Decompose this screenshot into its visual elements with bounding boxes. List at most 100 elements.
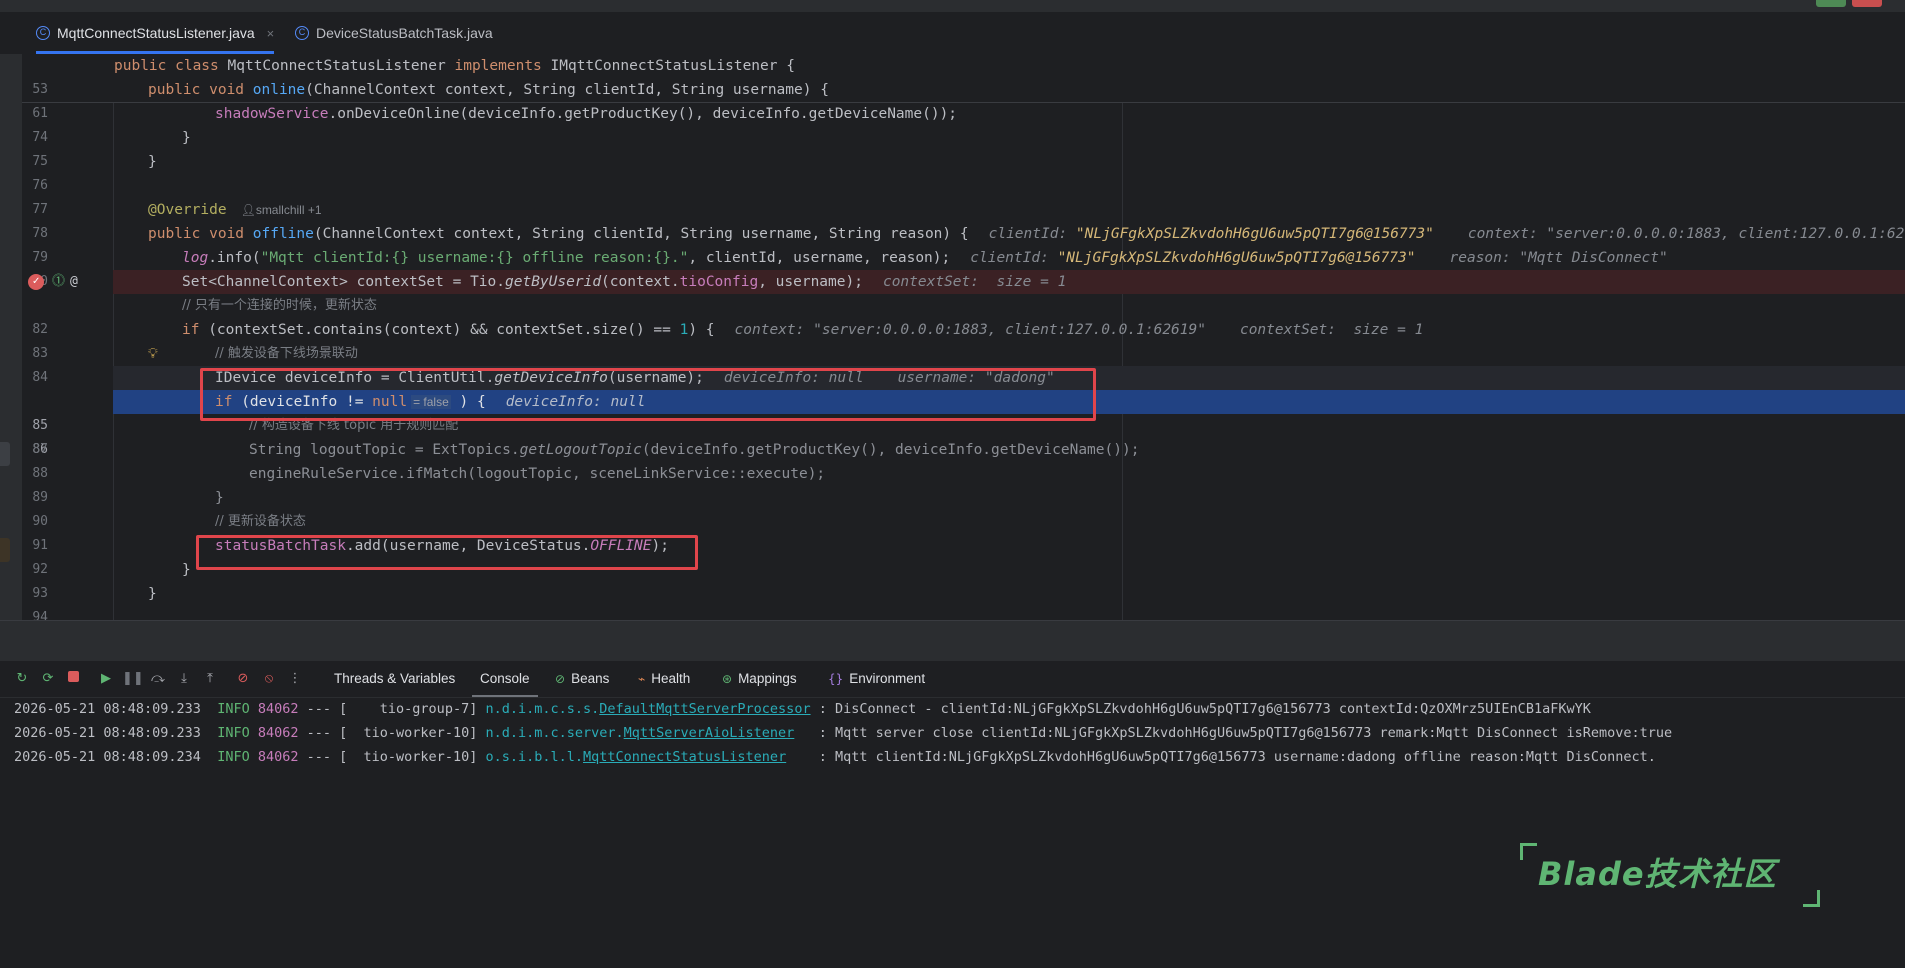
logger-link[interactable]: n.d.i.m.c.server.MqttServerAioListener: [485, 725, 794, 741]
watermark-text: Blade技术社区: [1538, 855, 1777, 893]
code-text: }: [148, 154, 157, 170]
code-line: 75 }: [22, 126, 1905, 169]
tab-label: Environment: [849, 671, 926, 686]
code-line: 74 shadowService.onDeviceOnline(deviceIn…: [22, 102, 1905, 145]
code-line: 90 }: [22, 486, 1905, 529]
author-inlay[interactable]: 👤︎smallchill +1: [241, 203, 322, 217]
inline-value-hint: context: "server:0.0.0.0:1883, client:12…: [734, 322, 1206, 338]
tab-label: Mappings: [738, 671, 797, 686]
debug-toolbar: ↻ ⟳ ▶ ❚❚ ⤼ ⤓ ⤒ ⊘ ⦸ ⋮ Threads & Variables…: [0, 661, 1905, 698]
tab-label: Health: [651, 671, 691, 686]
code-line: 88 String logoutTopic = ExtTopics.getLog…: [22, 438, 1905, 481]
tab-mqtt-connect-status-listener[interactable]: C MqttConnectStatusListener.java ×: [36, 12, 275, 54]
code-text: Set<ChannelContext> contextSet = Tio.get…: [182, 274, 1067, 290]
highlight-box-device-check: [200, 368, 1096, 421]
logger-link[interactable]: n.d.i.m.c.s.s.DefaultMqttServerProcessor: [485, 701, 810, 717]
tab-health[interactable]: ⌁ Health: [638, 661, 690, 697]
code-line: 79 ⓵ @ public void offline(ChannelContex…: [22, 222, 1905, 289]
code-editor[interactable]: 53 public class MqttConnectStatusListene…: [22, 54, 1905, 620]
mute-breakpoints-icon[interactable]: ⦸: [259, 669, 279, 689]
corner-bracket: [1520, 843, 1537, 860]
code-line: 89 engineRuleService.ifMatch(logoutTopic…: [22, 462, 1905, 505]
resume-icon[interactable]: ▶: [96, 669, 116, 689]
editor-tab-bar: C MqttConnectStatusListener.java × C Dev…: [0, 12, 1905, 55]
code-comment: // 触发设备下线场景联动: [215, 346, 358, 361]
code-comment: // 更新设备状态: [215, 514, 306, 529]
code-line: 61 public void online(ChannelContext con…: [22, 78, 1905, 121]
tab-beans[interactable]: ⊘ Beans: [555, 661, 609, 697]
code-line: 84 💡︎ // 触发设备下线场景联动: [22, 342, 1905, 385]
logger-link[interactable]: o.s.i.b.l.l.MqttConnectStatusListener: [485, 749, 786, 765]
code-line: 82 // 只有一个连接的时候，更新状态: [22, 294, 1905, 337]
step-into-icon[interactable]: ⤓: [174, 669, 194, 689]
stop-widget-indicator[interactable]: [1852, 0, 1882, 7]
code-line: 94 }: [22, 582, 1905, 620]
code-text: String logoutTopic = ExtTopics.getLogout…: [249, 442, 1140, 458]
code-line: 91 // 更新设备状态: [22, 510, 1905, 553]
lightbulb-icon[interactable]: 💡︎: [148, 342, 158, 366]
left-tool-strip: [0, 54, 22, 620]
debug-tool-window: ↻ ⟳ ▶ ❚❚ ⤼ ⤓ ⤒ ⊘ ⦸ ⋮ Threads & Variables…: [0, 620, 1905, 968]
tab-threads-variables[interactable]: Threads & Variables: [334, 661, 455, 697]
code-text: public void online(ChannelContext contex…: [148, 82, 829, 98]
health-icon: ⌁: [638, 672, 646, 686]
stop-icon[interactable]: [63, 669, 83, 689]
sticky-lines-header: 53 public class MqttConnectStatusListene…: [22, 54, 1905, 121]
bookmark-marker[interactable]: [0, 538, 10, 562]
java-class-icon: C: [295, 26, 309, 40]
code-line: 76 }: [22, 150, 1905, 193]
inline-value-hint: contextSet: size = 1: [882, 274, 1067, 290]
code-text: }: [215, 490, 224, 506]
tab-label: Beans: [571, 671, 610, 686]
code-text: public void offline(ChannelContext conte…: [148, 222, 1905, 246]
code-text: }: [182, 562, 191, 578]
watermark-logo: Blade技术社区: [1520, 843, 1820, 907]
debug-header-gap: [0, 621, 1905, 661]
pause-icon[interactable]: ❚❚: [122, 669, 144, 689]
beans-icon: ⊘: [555, 672, 566, 686]
inline-value-hint: contextSet: size = 1: [1239, 322, 1424, 338]
tab-environment[interactable]: {} Environment: [828, 661, 925, 697]
rerun-debug-icon[interactable]: ⟳: [38, 669, 58, 689]
code-text: shadowService.onDeviceOnline(deviceInfo.…: [215, 106, 958, 122]
mappings-icon: ⊛: [722, 672, 733, 686]
more-options-icon[interactable]: ⋮: [285, 669, 305, 689]
bookmark-marker[interactable]: [0, 442, 10, 466]
code-line: 77: [22, 174, 1905, 217]
run-widget-indicator[interactable]: [1816, 0, 1846, 7]
log-line: 2026-05-21 08:48:09.233 INFO 84062 --- […: [14, 725, 1673, 741]
code-line: 95: [22, 606, 1905, 620]
tab-label: Console: [480, 671, 530, 686]
log-line: 2026-05-21 08:48:09.234 INFO 84062 --- […: [14, 749, 1656, 765]
corner-bracket: [1803, 890, 1820, 907]
breakpoint-icon[interactable]: ✓: [28, 274, 44, 290]
tab-label: DeviceStatusBatchTask.java: [316, 25, 493, 41]
java-class-icon: C: [36, 26, 50, 40]
code-comment: // 只有一个连接的时候，更新状态: [182, 298, 377, 313]
environment-icon: {}: [828, 672, 844, 686]
inline-value-hint: clientId: "NLjGFgkXpSLZkvdohH6gU6uw5pQTI…: [988, 226, 1434, 242]
tab-console[interactable]: Console: [472, 661, 537, 697]
tab-device-status-batch-task[interactable]: C DeviceStatusBatchTask.java: [295, 12, 493, 54]
code-text: }: [148, 586, 157, 602]
highlight-box-status-update: [196, 535, 698, 570]
log-line: 2026-05-21 08:48:09.233 INFO 84062 --- […: [14, 701, 1591, 717]
view-breakpoints-icon[interactable]: ⊘: [233, 669, 253, 689]
inline-value-hint: context: "server:0.0.0.0:1883, client:12…: [1467, 226, 1905, 242]
code-line: 80 log.info("Mqtt clientId:{} username:{…: [22, 246, 1905, 289]
user-icon: 👤︎: [240, 203, 256, 217]
inline-value-hint: clientId: "NLjGFgkXpSLZkvdohH6gU6uw5pQTI…: [970, 250, 1416, 266]
rerun-icon[interactable]: ↻: [12, 669, 32, 689]
step-out-icon[interactable]: ⤒: [200, 669, 220, 689]
code-line: 53 public class MqttConnectStatusListene…: [22, 54, 1905, 97]
code-line: 78 @Override 👤︎smallchill +1: [22, 198, 1905, 241]
tab-mappings[interactable]: ⊛ Mappings: [722, 661, 797, 697]
step-over-icon[interactable]: ⤼: [148, 669, 168, 689]
window-top-strip: [0, 0, 1905, 12]
tab-label: Threads & Variables: [334, 671, 456, 686]
code-line-breakpoint: ✓ Set<ChannelContext> contextSet = Tio.g…: [22, 270, 1905, 294]
code-text: }: [182, 130, 191, 146]
code-line: 83 if (contextSet.contains(context) && c…: [22, 318, 1905, 361]
code-text: public class MqttConnectStatusListener i…: [114, 58, 795, 74]
close-icon[interactable]: ×: [267, 26, 275, 41]
